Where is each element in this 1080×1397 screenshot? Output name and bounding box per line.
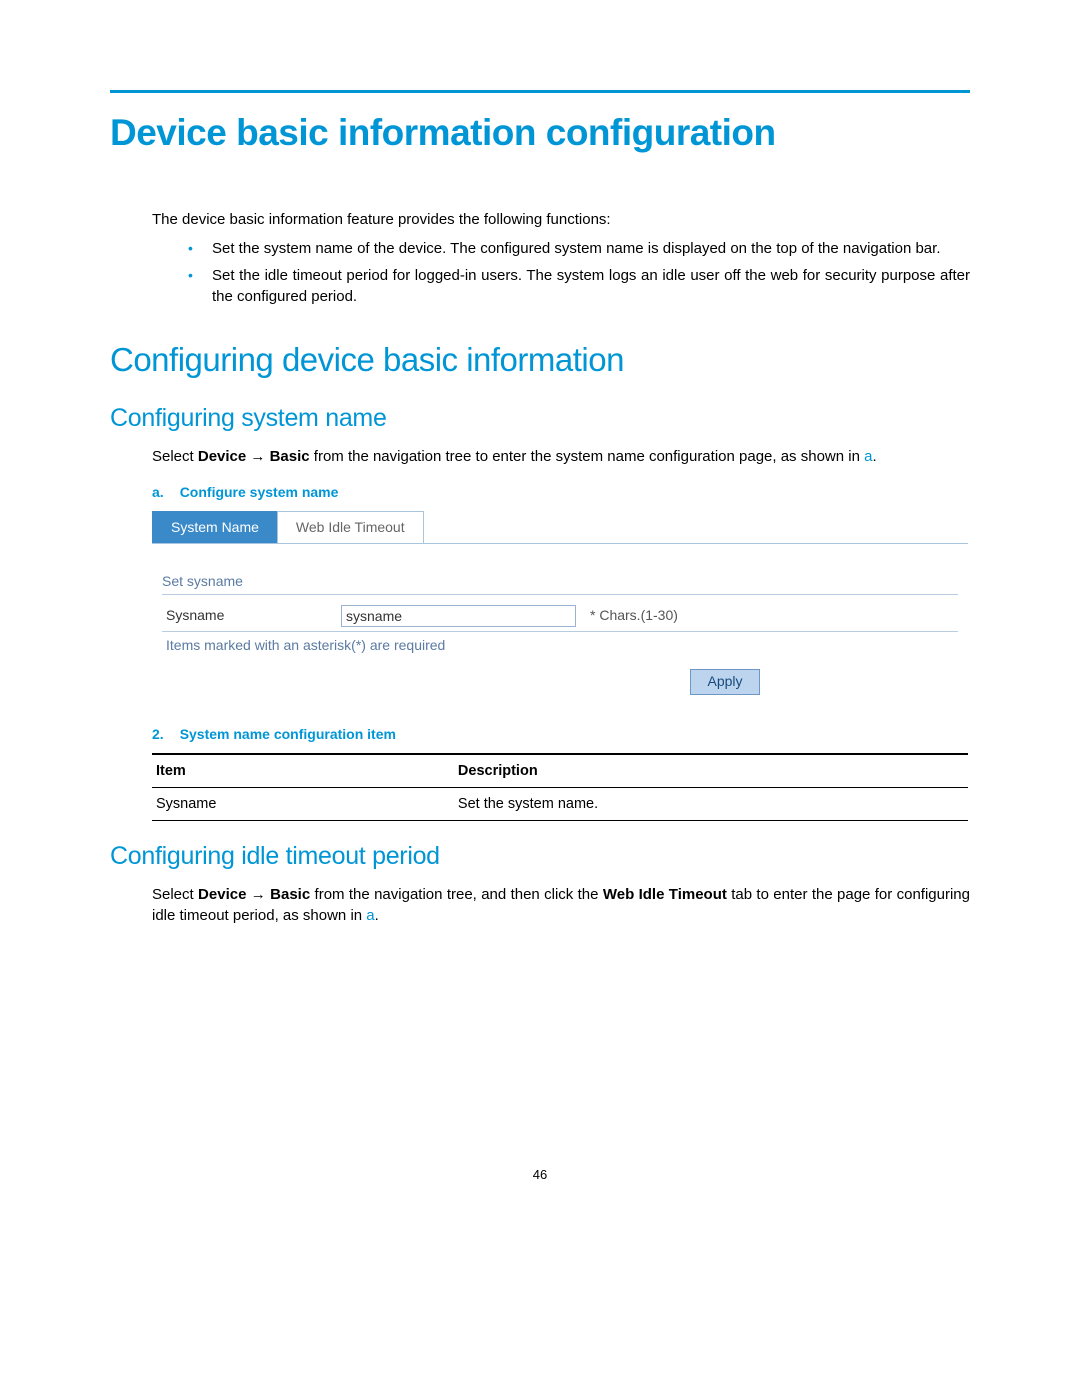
table-header-description: Description <box>454 754 968 788</box>
page-title: Device basic information configuration <box>110 107 970 159</box>
tab-web-idle-timeout[interactable]: Web Idle Timeout <box>277 511 424 544</box>
apply-button[interactable]: Apply <box>690 669 759 695</box>
intro-bullets: Set the system name of the device. The c… <box>188 238 970 307</box>
table-cell-desc: Set the system name. <box>454 787 968 820</box>
sysname-desc-table: Item Description Sysname Set the system … <box>152 753 968 822</box>
bullet-item: Set the system name of the device. The c… <box>188 238 970 259</box>
tab-system-name[interactable]: System Name <box>152 511 278 544</box>
sysname-row: Sysname * Chars.(1-30) <box>162 601 958 632</box>
sysname-hint: * Chars.(1-30) <box>590 606 678 626</box>
idle-paragraph: Select Device → Basic from the navigatio… <box>152 884 970 926</box>
subsection-heading-idle: Configuring idle timeout period <box>110 839 970 874</box>
figure-caption-a: a.Configure system name <box>152 483 970 503</box>
tab-bar: System Name Web Idle Timeout <box>152 511 968 545</box>
intro-text: The device basic information feature pro… <box>152 209 970 230</box>
required-note: Items marked with an asterisk(*) are req… <box>162 632 958 656</box>
section-heading-configuring: Configuring device basic information <box>110 337 970 383</box>
page-number: 46 <box>110 1166 970 1184</box>
table-cell-item: Sysname <box>152 787 454 820</box>
bullet-item: Set the idle timeout period for logged-i… <box>188 265 970 307</box>
top-divider <box>110 90 970 93</box>
subsection-heading-sysname: Configuring system name <box>110 401 970 436</box>
sysname-label: Sysname <box>166 606 341 626</box>
table-row: Sysname Set the system name. <box>152 787 968 820</box>
fieldset-label: Set sysname <box>162 572 958 595</box>
sysname-config-panel: System Name Web Idle Timeout Set sysname… <box>152 511 968 705</box>
table-header-item: Item <box>152 754 454 788</box>
figure-xref: a <box>366 907 374 924</box>
sysname-paragraph: Select Device → Basic from the navigatio… <box>152 446 970 467</box>
sysname-input[interactable] <box>341 605 576 627</box>
table-caption-2: 2.System name configuration item <box>152 725 970 745</box>
